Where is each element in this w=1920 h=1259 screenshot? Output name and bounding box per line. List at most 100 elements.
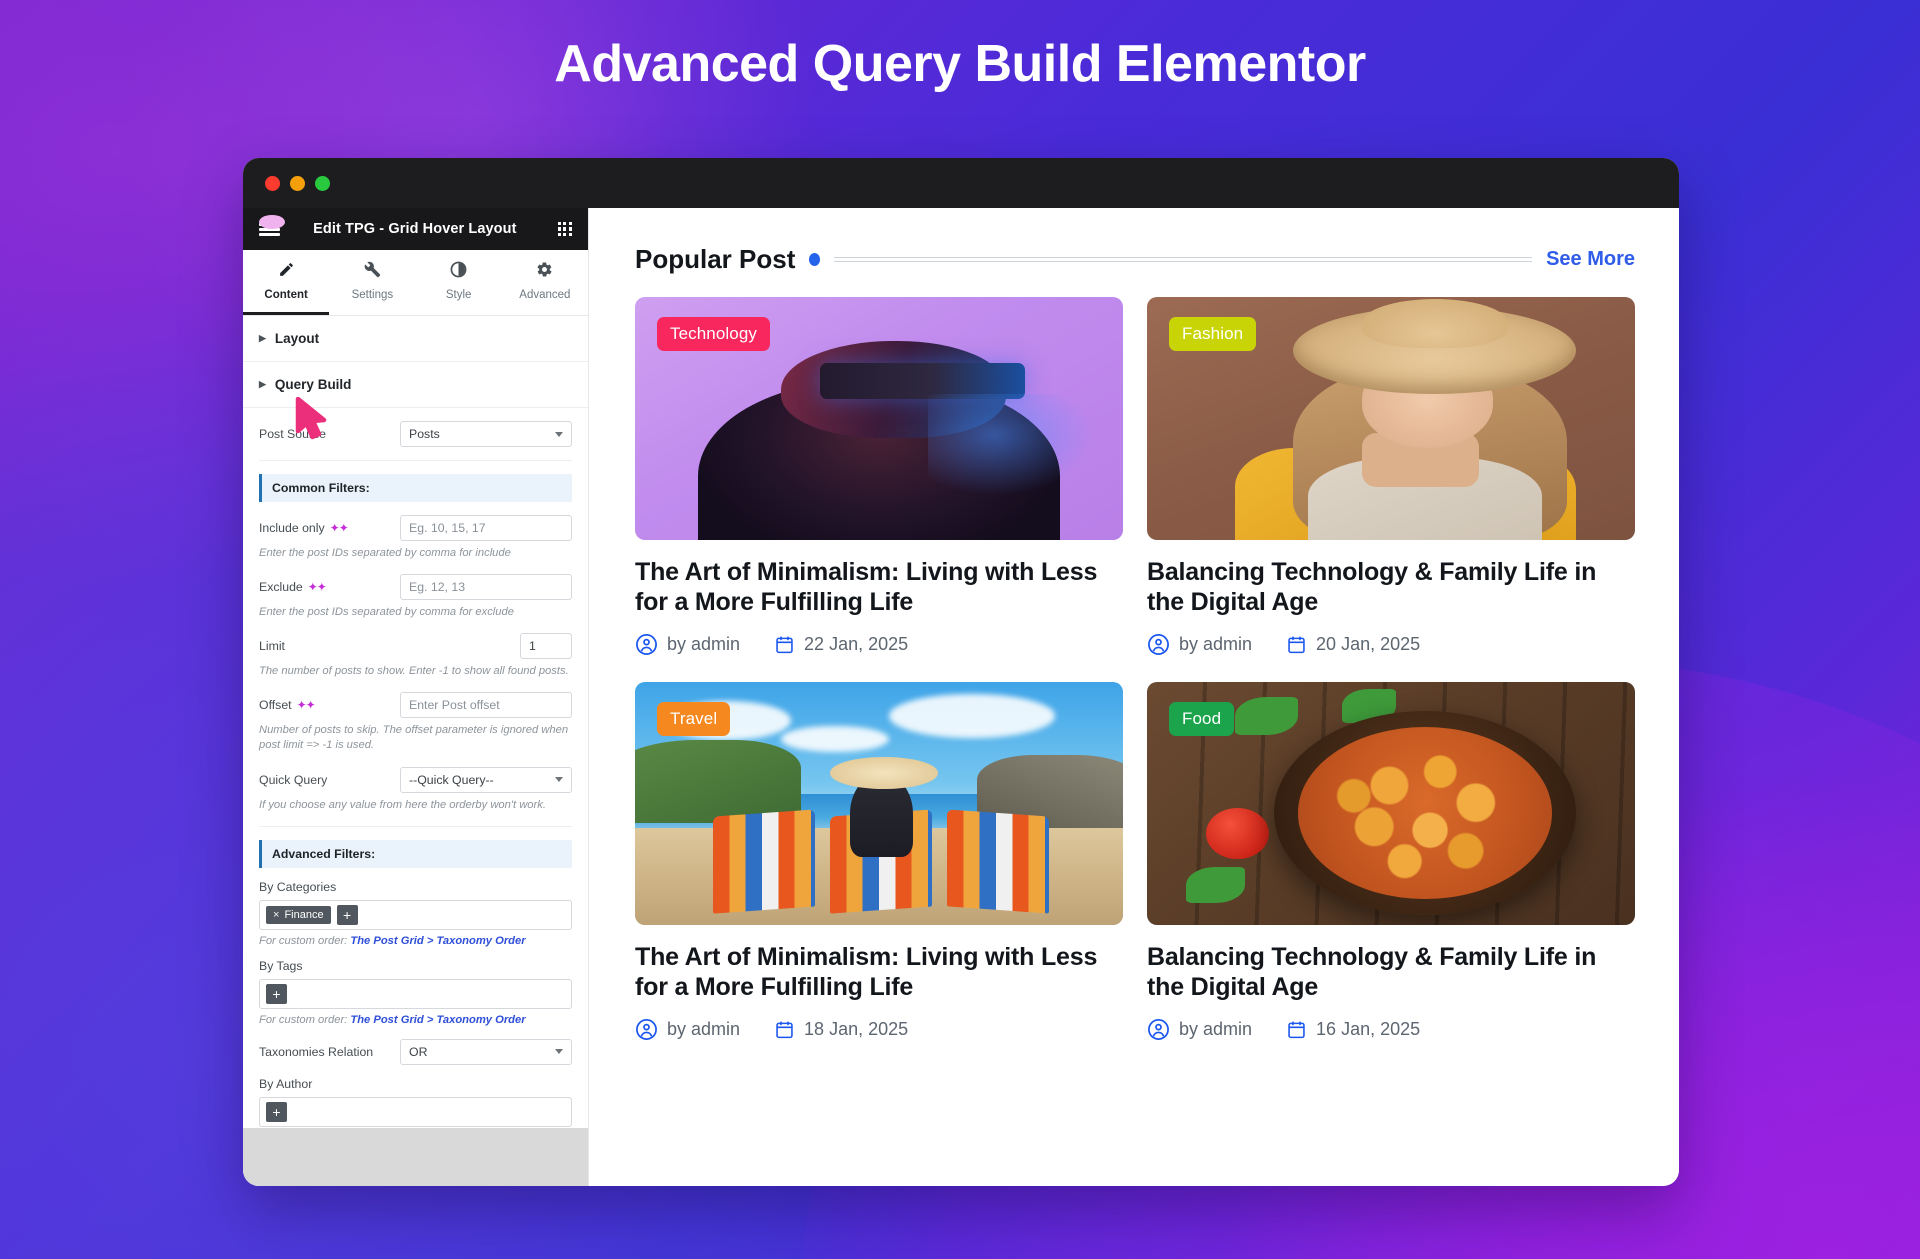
hamburger-icon[interactable] [259, 215, 285, 237]
tab-style[interactable]: Style [416, 250, 502, 315]
by-tags-token-field[interactable]: + [259, 978, 572, 1009]
limit-helper: The number of posts to show. Enter -1 to… [259, 665, 569, 678]
post-title[interactable]: The Art of Minimalism: Living with Less … [635, 557, 1123, 617]
minimize-window-button[interactable] [290, 175, 305, 191]
custom-order-prefix: For custom order: [259, 934, 351, 947]
user-circle-icon [636, 634, 657, 655]
include-only-input[interactable]: Eg. 10, 15, 17 [400, 515, 572, 541]
post-card[interactable]: Travel The Art of Minimalism: Living wit… [635, 682, 1123, 1041]
elementor-tabs: Content Settings Style Advanced [243, 250, 588, 316]
gear-icon [502, 261, 588, 280]
post-title[interactable]: Balancing Technology & Family Life in th… [1147, 557, 1635, 617]
tab-settings[interactable]: Settings [329, 250, 415, 315]
notification-dot-icon [259, 215, 285, 229]
user-circle-icon [636, 1019, 657, 1040]
user-circle-icon [1148, 1019, 1169, 1040]
custom-order-prefix: For custom order: [259, 1013, 351, 1026]
post-source-select[interactable]: Posts [400, 421, 572, 447]
category-token-label: Finance [284, 908, 324, 921]
post-title[interactable]: The Art of Minimalism: Living with Less … [635, 942, 1123, 1002]
tab-content-label: Content [264, 289, 308, 301]
tab-advanced[interactable]: Advanced [502, 250, 588, 315]
see-more-link[interactable]: See More [1546, 248, 1635, 271]
browser-window: Edit TPG - Grid Hover Layout Content Set… [243, 158, 1679, 1186]
thumbnail-art [1205, 808, 1269, 860]
section-layout-label: Layout [274, 331, 320, 346]
tab-content[interactable]: Content [243, 250, 330, 315]
query-build-fields: Post Source Posts Common Filters: Includ… [243, 408, 588, 1128]
post-meta: by admin 16 Jan, 2025 [1147, 1018, 1635, 1041]
preview-header: Popular Post See More [635, 244, 1635, 275]
post-author: by admin [635, 1018, 740, 1041]
elementor-topbar: Edit TPG - Grid Hover Layout [243, 208, 588, 250]
add-category-plus-icon[interactable]: + [336, 904, 358, 925]
post-thumbnail-woman-with-straw-hat-photo[interactable]: Fashion [1147, 297, 1635, 540]
page-title: Advanced Query Build Elementor [554, 35, 1366, 93]
thumbnail-art [830, 757, 938, 789]
section-layout[interactable]: ▶ Layout [243, 316, 588, 362]
post-card[interactable]: Fashion Balancing Technology & Family Li… [1147, 297, 1635, 656]
category-badge[interactable]: Food [1169, 702, 1235, 736]
add-author-plus-icon[interactable]: + [266, 1101, 287, 1122]
close-window-button[interactable] [265, 175, 280, 191]
by-tags-label: By Tags [259, 958, 303, 973]
by-categories-token-field[interactable]: × Finance + [259, 899, 572, 930]
exclude-input[interactable]: Eg. 12, 13 [400, 574, 572, 601]
quick-query-helper: If you choose any value from here the or… [259, 798, 546, 811]
exclude-label: Exclude ✦✦ [259, 580, 327, 595]
dynamic-tags-icon[interactable]: ✦✦ [297, 699, 316, 711]
post-date: 16 Jan, 2025 [1286, 1019, 1420, 1040]
elementor-controls-scroll[interactable]: ▶ Layout ▶ Query Build Post Source Posts [243, 316, 588, 1128]
thumbnail-art [1273, 711, 1577, 916]
thumbnail-art [713, 809, 816, 915]
category-token[interactable]: × Finance [266, 905, 331, 924]
pencil-icon [243, 261, 329, 280]
by-categories-custom-order: For custom order: The Post Grid > Taxono… [259, 935, 572, 947]
section-query-build[interactable]: ▶ Query Build [243, 362, 588, 408]
contrast-icon [416, 261, 502, 280]
post-card[interactable]: Food Balancing Technology & Family Life … [1147, 682, 1635, 1041]
post-author-label: by admin [667, 634, 741, 654]
taxonomy-order-link[interactable]: The Post Grid > Taxonomy Order [350, 1014, 525, 1026]
limit-label: Limit [259, 639, 285, 654]
offset-input[interactable]: Enter Post offset [400, 692, 572, 719]
post-card[interactable]: Technology The Art of Minimalism: Living… [635, 297, 1123, 656]
tab-style-label: Style [445, 289, 472, 301]
common-filters-heading: Common Filters: [259, 474, 572, 502]
taxonomies-relation-label: Taxonomies Relation [259, 1044, 374, 1059]
post-author-label: by admin [1179, 1019, 1253, 1039]
taxonomies-relation-select[interactable]: OR [400, 1038, 572, 1065]
quick-query-select[interactable]: --Quick Query-- [400, 766, 572, 793]
include-only-helper: Enter the post IDs separated by comma fo… [259, 547, 511, 559]
post-thumbnail-penne-pasta-bowl-photo[interactable]: Food [1147, 682, 1635, 925]
taxonomy-order-link[interactable]: The Post Grid > Taxonomy Order [350, 935, 525, 947]
post-date-label: 20 Jan, 2025 [1316, 634, 1421, 654]
elementor-document-title: Edit TPG - Grid Hover Layout [313, 221, 517, 237]
exclude-label-text: Exclude [259, 580, 303, 595]
include-only-label: Include only ✦✦ [259, 521, 349, 535]
thumbnail-art [888, 694, 1055, 738]
category-badge[interactable]: Technology [657, 317, 771, 351]
post-date-label: 22 Jan, 2025 [804, 634, 909, 654]
category-badge[interactable]: Travel [657, 702, 731, 736]
post-date: 20 Jan, 2025 [1286, 634, 1420, 655]
field-quick-query: Quick Query --Quick Query-- [259, 766, 572, 793]
advanced-filters-heading: Advanced Filters: [259, 839, 572, 868]
post-thumbnail-vr-headset-photo[interactable]: Technology [635, 297, 1123, 540]
post-date: 22 Jan, 2025 [774, 634, 908, 655]
by-author-token-field[interactable]: + [259, 1096, 572, 1127]
dynamic-tags-icon[interactable]: ✦✦ [330, 522, 349, 534]
limit-input[interactable]: 1 [520, 633, 572, 660]
maximize-window-button[interactable] [315, 175, 330, 191]
post-title[interactable]: Balancing Technology & Family Life in th… [1147, 942, 1635, 1002]
wrench-icon [329, 261, 415, 280]
grid-apps-icon[interactable] [557, 221, 572, 237]
add-tag-plus-icon[interactable]: + [266, 983, 287, 1004]
post-thumbnail-beach-chairs-photo[interactable]: Travel [635, 682, 1123, 925]
remove-token-icon[interactable]: × [273, 909, 279, 921]
dynamic-tags-icon[interactable]: ✦✦ [308, 581, 327, 593]
category-badge[interactable]: Fashion [1169, 317, 1257, 351]
by-categories-label: By Categories [259, 879, 337, 894]
post-meta: by admin 18 Jan, 2025 [635, 1018, 1123, 1041]
field-limit: Limit 1 [259, 633, 572, 660]
